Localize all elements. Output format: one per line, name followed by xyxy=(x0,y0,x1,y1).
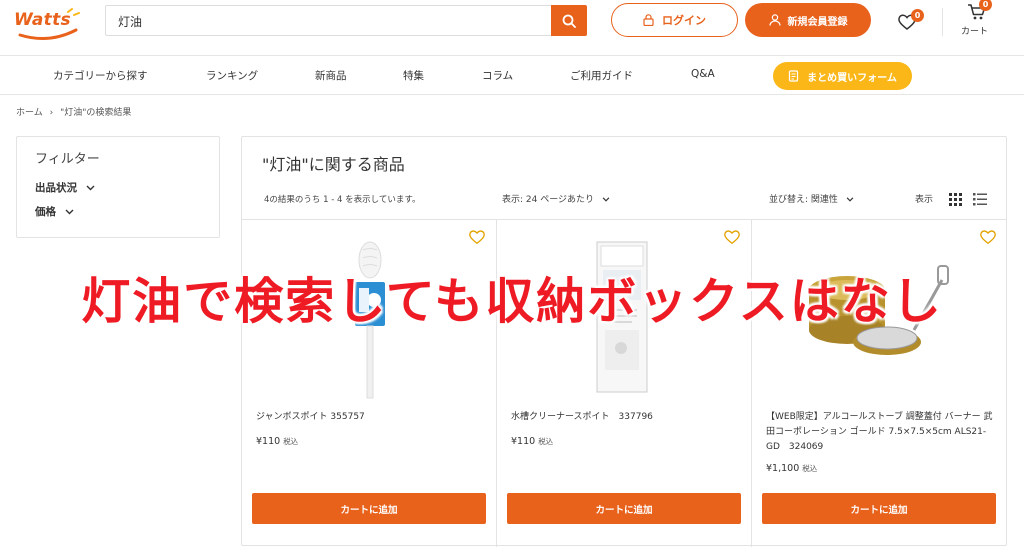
product-price: ¥110 税込 xyxy=(256,436,298,447)
price-tax-label: 税込 xyxy=(802,464,818,473)
breadcrumb: ホーム › "灯油"の検索結果 xyxy=(16,105,135,118)
nav-item-faq[interactable]: Q&A xyxy=(691,68,715,80)
search-button[interactable] xyxy=(551,5,587,36)
overlay-caption: 灯油で検索しても収納ボックスはなし xyxy=(81,273,943,330)
cart-count-badge: 0 xyxy=(979,0,992,11)
nav-item-columns[interactable]: コラム xyxy=(482,68,513,83)
chevron-down-icon xyxy=(65,209,74,215)
price-value: ¥110 xyxy=(256,436,281,447)
list-view-icon[interactable] xyxy=(973,193,987,206)
chevron-down-icon xyxy=(602,197,610,202)
site-header: Watts 灯油 ログイン 新規会員登録 0 0 カート xyxy=(0,0,1024,56)
watts-logo[interactable]: Watts xyxy=(14,8,80,41)
sort-select[interactable]: 並び替え: 関連性 xyxy=(769,192,854,205)
filter-title: フィルター xyxy=(35,152,100,167)
cart-button[interactable]: 0 カート xyxy=(958,0,998,44)
per-page-select[interactable]: 表示: 24 ページあたり xyxy=(502,192,610,205)
add-to-cart-button[interactable]: カートに追加 xyxy=(762,493,996,524)
product-price: ¥1,100 税込 xyxy=(766,463,817,474)
nav-item-new-products[interactable]: 新商品 xyxy=(315,68,347,83)
login-label: ログイン xyxy=(662,14,706,27)
bulk-order-button[interactable]: まとめ買いフォーム xyxy=(773,62,912,90)
bulk-order-label: まとめ買いフォーム xyxy=(807,72,897,84)
breadcrumb-separator: › xyxy=(49,108,54,118)
logo-text: Watts xyxy=(14,10,71,30)
nav-item-guide[interactable]: ご利用ガイド xyxy=(570,68,633,83)
register-label: 新規会員登録 xyxy=(787,16,848,28)
sort-label: 並び替え: 関連性 xyxy=(769,195,838,205)
price-value: ¥1,100 xyxy=(766,463,800,474)
cart-label: カート xyxy=(961,27,989,37)
user-icon xyxy=(768,14,781,26)
product-name[interactable]: 【WEB限定】アルコールストーブ 調整蓋付 バーナー 武田コーポレーション ゴー… xyxy=(766,410,998,455)
add-to-cart-button[interactable]: カートに追加 xyxy=(252,493,486,524)
results-title: "灯油"に関する商品 xyxy=(262,155,405,174)
results-panel: "灯油"に関する商品 4の結果のうち 1 - 4 を表示しています。 表示: 2… xyxy=(241,136,1007,547)
wishlist-button[interactable]: 0 xyxy=(897,9,927,35)
search-input-value[interactable]: 灯油 xyxy=(118,13,142,30)
filter-price-label: 価格 xyxy=(35,206,56,218)
register-button[interactable]: 新規会員登録 xyxy=(745,3,871,37)
filter-price[interactable]: 価格 xyxy=(35,204,74,219)
grid-view-icon[interactable] xyxy=(949,193,962,206)
nav-item-ranking[interactable]: ランキング xyxy=(206,68,258,83)
chevron-down-icon xyxy=(86,185,95,191)
add-to-cart-button[interactable]: カートに追加 xyxy=(507,493,741,524)
breadcrumb-home[interactable]: ホーム xyxy=(16,108,43,118)
per-page-label: 表示: 24 ページあたり xyxy=(502,195,595,205)
nav-item-features[interactable]: 特集 xyxy=(403,68,424,83)
filter-availability[interactable]: 出品状況 xyxy=(35,180,95,195)
filter-panel: フィルター 出品状況 価格 xyxy=(16,136,220,238)
filter-availability-label: 出品状況 xyxy=(35,182,77,194)
nav-item-categories[interactable]: カテゴリーから探す xyxy=(53,68,148,83)
breadcrumb-current: "灯油"の検索結果 xyxy=(60,108,132,118)
view-label: 表示 xyxy=(915,195,934,205)
header-divider xyxy=(942,8,943,36)
search-field[interactable]: 灯油 xyxy=(105,5,587,36)
price-value: ¥110 xyxy=(511,436,536,447)
product-name[interactable]: ジャンボスポイト 355757 xyxy=(256,410,488,425)
price-tax-label: 税込 xyxy=(538,437,554,446)
wishlist-count-badge: 0 xyxy=(911,9,924,22)
main-nav: カテゴリーから探す ランキング 新商品 特集 コラム ご利用ガイド Q&A まと… xyxy=(0,57,1024,95)
document-icon xyxy=(789,70,799,82)
chevron-down-icon xyxy=(846,197,854,202)
search-icon xyxy=(562,14,576,28)
login-button[interactable]: ログイン xyxy=(611,3,738,37)
product-price: ¥110 税込 xyxy=(511,436,553,447)
product-name[interactable]: 水槽クリーナースポイト 337796 xyxy=(511,410,743,425)
lock-icon xyxy=(643,14,654,26)
results-count: 4の結果のうち 1 - 4 を表示しています。 xyxy=(264,195,421,205)
price-tax-label: 税込 xyxy=(283,437,299,446)
